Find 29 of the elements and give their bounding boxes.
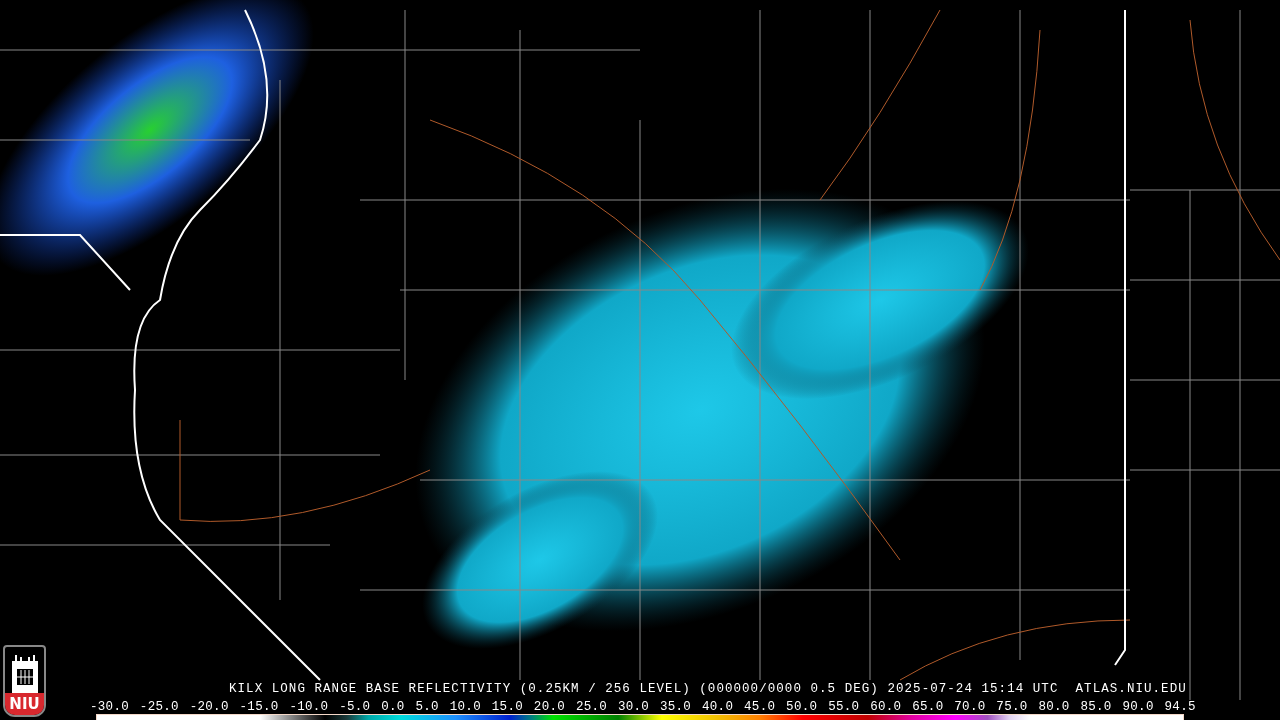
scale-label: 45.0 (744, 700, 776, 714)
scale-label: 10.0 (449, 700, 481, 714)
scale-label: -30.0 (90, 700, 129, 714)
scale-label: 0.0 (381, 700, 405, 714)
scale-label: 94.5 (1164, 700, 1196, 714)
scale-label: 90.0 (1122, 700, 1154, 714)
scale-label: 50.0 (786, 700, 818, 714)
scale-label: 40.0 (702, 700, 734, 714)
scale-label: 20.0 (533, 700, 566, 714)
scale-label: -5.0 (339, 700, 371, 714)
scale-label: 30.0 (617, 700, 650, 714)
scale-label: 15.0 (491, 700, 523, 714)
logo-text: NIU (5, 693, 44, 715)
scale-label: 80.0 (1038, 700, 1070, 714)
scale-label: 35.0 (659, 700, 692, 714)
scale-label: -10.0 (289, 700, 329, 714)
scale-label: 55.0 (828, 700, 860, 714)
scale-label: 65.0 (912, 700, 944, 714)
scale-label: 25.0 (575, 700, 608, 714)
product-caption: KILX LONG RANGE BASE REFLECTIVITY (0.25KM / 256 LEVEL) (000000/0000 0.5 DEG) 2025-07-24 15:14 UTC ATLAS.NIU.EDU (229, 681, 1187, 697)
tower-icon (9, 653, 40, 693)
scale-label: 85.0 (1080, 700, 1112, 714)
scale-label: -20.0 (189, 700, 229, 714)
scale-label: -25.0 (139, 700, 179, 714)
scale-label: 70.0 (954, 700, 986, 714)
scale-label: 5.0 (415, 700, 439, 714)
scale-label: -15.0 (239, 700, 279, 714)
scale-label: 75.0 (996, 700, 1028, 714)
scale-label: 60.0 (870, 700, 902, 714)
